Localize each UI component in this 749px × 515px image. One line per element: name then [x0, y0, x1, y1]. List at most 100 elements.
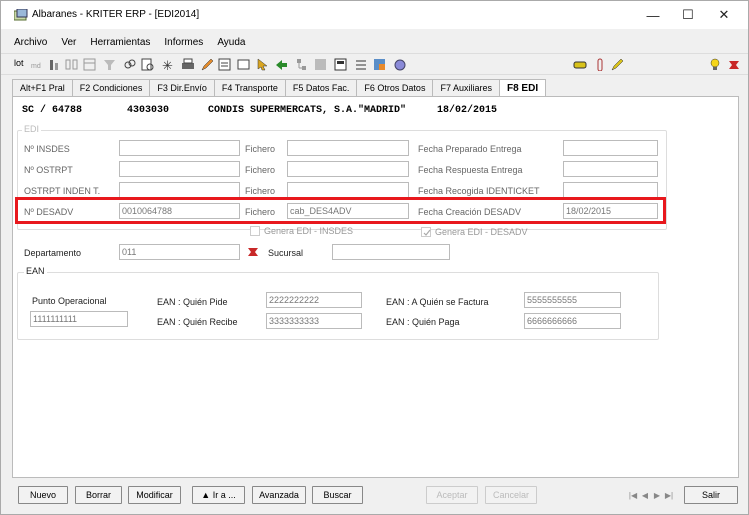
maximize-icon[interactable]: ☐	[673, 5, 703, 25]
tab-pral[interactable]: Alt+F1 Pral	[12, 79, 73, 97]
avanzada-button[interactable]: Avanzada	[252, 486, 306, 504]
ostrpt-fichero-input[interactable]	[287, 161, 409, 177]
lightbulb-icon[interactable]	[708, 58, 722, 71]
title-bar: Albaranes - KRITER ERP - [EDI2014] — ☐ ✕	[1, 1, 748, 29]
print-icon[interactable]	[181, 58, 195, 71]
fecha-preparado-input[interactable]	[563, 140, 658, 156]
next-record-icon[interactable]: ▶	[652, 488, 662, 502]
highlight-box	[15, 197, 666, 224]
bottom-button-bar: Nuevo Borrar Modificar ▲ Ir a ... Avanza…	[1, 483, 748, 514]
md-icon[interactable]: md	[31, 58, 45, 71]
ostrpt-inden-fichero-input[interactable]	[287, 182, 409, 198]
ostrpt-inden-input[interactable]	[119, 182, 240, 198]
aceptar-button[interactable]: Aceptar	[426, 486, 478, 504]
insdes-input[interactable]	[119, 140, 240, 156]
sucursal-label: Sucursal	[268, 248, 304, 258]
fecha-preparado-label: Fecha Preparado Entrega	[418, 144, 522, 154]
header-code: 4303030	[127, 105, 170, 116]
form-icon[interactable]	[218, 58, 232, 71]
sort-icon[interactable]	[47, 58, 61, 71]
close-icon[interactable]: ✕	[709, 5, 739, 25]
excel-icon[interactable]	[373, 58, 387, 71]
fecha-respuesta-input[interactable]	[563, 161, 658, 177]
svg-text:md: md	[31, 63, 41, 70]
quien-recibe-label: EAN : Quién Recibe	[157, 317, 238, 327]
ira-button[interactable]: ▲ Ir a ...	[192, 486, 245, 504]
insdes-fichero-input[interactable]	[287, 140, 409, 156]
punto-operacional-input[interactable]: 1111111111	[30, 311, 128, 327]
link-icon[interactable]	[123, 58, 137, 71]
filter-icon[interactable]	[103, 58, 117, 71]
edi-group-label: EDI	[22, 124, 42, 134]
quien-pide-input[interactable]: 2222222222	[266, 292, 362, 308]
salir-button[interactable]: Salir	[684, 486, 738, 504]
quien-pide-label: EAN : Quién Pide	[157, 297, 228, 307]
car-icon[interactable]	[573, 58, 587, 71]
departamento-input[interactable]: 011	[119, 244, 240, 260]
edit-icon[interactable]	[200, 58, 214, 71]
quien-paga-label: EAN : Quién Paga	[386, 317, 460, 327]
svg-text:✳: ✳	[162, 58, 173, 71]
asterisk-icon[interactable]: ✳	[161, 58, 175, 71]
tab-condiciones[interactable]: F2 Condiciones	[71, 79, 151, 97]
ostrpt-fichero-label: Fichero	[245, 165, 276, 175]
buscar-button[interactable]: Buscar	[312, 486, 363, 504]
menu-informes[interactable]: Informes	[164, 37, 209, 53]
cancelar-button[interactable]: Cancelar	[485, 486, 537, 504]
header-date: 18/02/2015	[437, 105, 498, 116]
app-icon	[13, 8, 28, 21]
pointer-icon[interactable]	[256, 58, 270, 71]
tab-auxiliares[interactable]: F7 Auxiliares	[432, 79, 500, 97]
ean-group-label: EAN	[24, 266, 47, 276]
tool-icon[interactable]	[247, 246, 259, 258]
borrar-button[interactable]: Borrar	[75, 486, 122, 504]
edi-panel: SC / 64788 4303030 CONDIS SUPERMERCATS, …	[12, 96, 739, 478]
table-icon[interactable]	[83, 58, 97, 71]
fecha-recogida-input[interactable]	[563, 182, 658, 198]
menu-ayuda[interactable]: Ayuda	[217, 37, 251, 53]
ostrpt-inden-label: OSTRPT INDEN T.	[24, 186, 101, 196]
settings-icon[interactable]	[393, 58, 407, 71]
toolbar: lot md ✳	[1, 53, 748, 75]
punto-operacional-label: Punto Operacional	[32, 296, 107, 306]
tab-edi[interactable]: F8 EDI	[498, 79, 547, 97]
tab-otros-datos[interactable]: F6 Otros Datos	[356, 79, 434, 97]
genera-desadv-label: Genera EDI - DESADV	[435, 227, 528, 237]
header-series: SC / 64788	[22, 105, 83, 116]
window-icon[interactable]	[237, 58, 251, 71]
last-record-icon[interactable]: ▶|	[664, 488, 674, 502]
lot-button[interactable]: lot	[14, 58, 24, 68]
tool-icon[interactable]	[727, 58, 741, 71]
menu-bar: Archivo Ver Herramientas Informes Ayuda	[1, 37, 254, 53]
minimize-icon[interactable]: —	[638, 5, 668, 25]
structure-icon[interactable]	[295, 58, 309, 71]
calc-icon[interactable]	[334, 58, 348, 71]
quien-factura-input[interactable]: 5555555555	[524, 292, 621, 308]
nuevo-button[interactable]: Nuevo	[18, 486, 68, 504]
first-record-icon[interactable]: |◀	[628, 488, 638, 502]
modificar-button[interactable]: Modificar	[128, 486, 181, 504]
app-window: Albaranes - KRITER ERP - [EDI2014] — ☐ ✕…	[0, 0, 749, 515]
ostrpt-inden-fichero-label: Fichero	[245, 186, 276, 196]
grid-icon[interactable]	[314, 58, 328, 71]
split-icon[interactable]	[65, 58, 79, 71]
tab-transporte[interactable]: F4 Transporte	[213, 79, 286, 97]
clip-icon[interactable]	[593, 58, 607, 71]
menu-ver[interactable]: Ver	[61, 37, 82, 53]
preview-icon[interactable]	[141, 58, 155, 71]
genera-desadv-checkbox[interactable]	[421, 227, 431, 237]
pencil-icon[interactable]	[610, 58, 624, 71]
menu-herramientas[interactable]: Herramientas	[90, 37, 156, 53]
tab-datos-fac[interactable]: F5 Datos Fac.	[284, 79, 358, 97]
genera-insdes-checkbox[interactable]	[250, 226, 260, 236]
sucursal-input[interactable]	[332, 244, 450, 260]
quien-recibe-input[interactable]: 3333333333	[266, 313, 362, 329]
list-icon[interactable]	[354, 58, 368, 71]
quien-paga-input[interactable]: 6666666666	[524, 313, 621, 329]
arrow-add-icon[interactable]	[275, 58, 289, 71]
ostrpt-input[interactable]	[119, 161, 240, 177]
menu-archivo[interactable]: Archivo	[14, 37, 53, 53]
prev-record-icon[interactable]: ◀	[640, 488, 650, 502]
tab-dir-envio[interactable]: F3 Dir.Envío	[149, 79, 215, 97]
genera-insdes-label: Genera EDI - INSDES	[264, 226, 354, 236]
